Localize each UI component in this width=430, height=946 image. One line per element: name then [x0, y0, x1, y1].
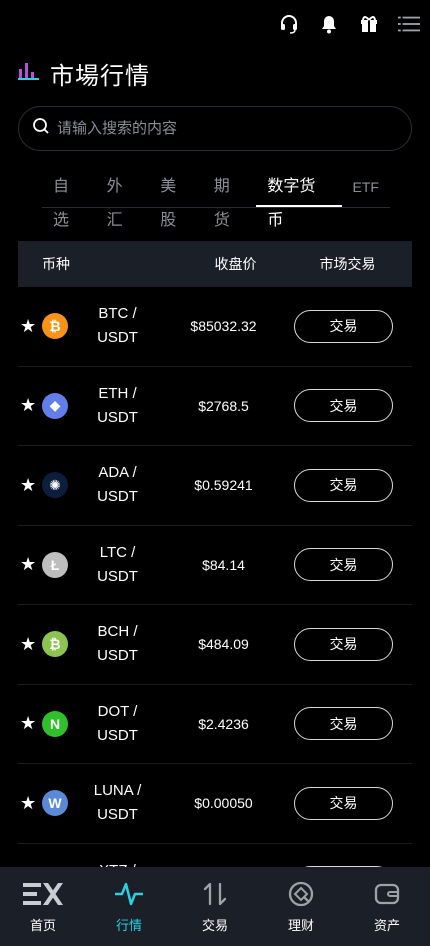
bitcoin-cash-icon: ₿ — [42, 631, 68, 658]
top-toolbar — [278, 8, 420, 40]
favorite-star-icon[interactable]: ★ — [20, 554, 42, 575]
market-row[interactable]: ★ꜩXTZ /USDT交易 — [18, 844, 412, 867]
trade-button[interactable]: 交易 — [294, 548, 393, 582]
tab-futures[interactable]: 期货 — [203, 170, 257, 229]
pair-name: BCH / USDT — [70, 620, 165, 668]
pair-base: XTZ / — [70, 859, 165, 867]
nav-finance-label: 理财 — [287, 918, 314, 933]
luna-icon: W — [42, 790, 68, 817]
pair-name: ADA / USDT — [70, 461, 165, 509]
pair-base: ETH / — [98, 384, 137, 402]
favorite-star-icon[interactable]: ★ — [20, 316, 42, 337]
pair-quote: USDT — [97, 726, 138, 744]
header-action: 市场交易 — [319, 256, 376, 272]
nav-assets[interactable]: 资产 — [344, 867, 430, 946]
nav-market[interactable]: 行情 — [86, 867, 172, 946]
market-row[interactable]: ★ ₿ BTC / USDT $85032.32 交易 — [18, 287, 412, 367]
nav-assets-label: 资产 — [373, 918, 400, 933]
tab-forex[interactable]: 外汇 — [96, 170, 150, 229]
market-row[interactable]: ★ ◆ ETH / USDT $2768.5 交易 — [18, 367, 412, 446]
close-price: $84.14 — [202, 556, 245, 573]
tab-etf[interactable]: ETF — [342, 170, 390, 207]
market-list: ★ ₿ BTC / USDT $85032.32 交易 ★ ◆ ETH / USDT $2768.5… — [18, 287, 412, 867]
header-price: 收盘价 — [214, 256, 257, 272]
market-row[interactable]: ★ W LUNA / USDT $0.00050 交易 — [18, 764, 412, 844]
pair-base: BTC / — [98, 305, 137, 323]
pair-quote: USDT — [97, 647, 138, 665]
gift-icon[interactable] — [358, 13, 380, 35]
pair-base: DOT / — [97, 702, 138, 720]
nav-finance[interactable]: 理财 — [258, 867, 344, 946]
pair-name: DOT / USDT — [70, 700, 165, 748]
trade-button[interactable]: 交易 — [294, 309, 393, 343]
litecoin-icon: Ł — [42, 551, 68, 578]
wallet-icon — [373, 879, 401, 909]
nav-home-label: 首页 — [29, 918, 56, 933]
pair-base: ADA / — [98, 464, 137, 482]
trade-button[interactable]: 交易 — [294, 707, 393, 741]
trade-button[interactable]: 交易 — [294, 627, 393, 661]
market-row[interactable]: ★ ✺ ADA / USDT $0.59241 交易 — [18, 446, 412, 526]
ethereum-icon: ◆ — [42, 392, 68, 419]
pair-name: ETH / USDT — [70, 382, 165, 430]
nav-home[interactable]: 首页 — [0, 867, 86, 946]
pair-name: LTC / USDT — [70, 541, 165, 589]
pair-quote: USDT — [97, 408, 138, 426]
pulse-icon — [114, 879, 144, 909]
close-price: $0.00050 — [194, 795, 253, 812]
favorite-star-icon[interactable]: ★ — [20, 475, 42, 496]
market-row[interactable]: ★ ₿ BCH / USDT $484.09 交易 — [18, 605, 412, 685]
favorite-star-icon[interactable]: ★ — [20, 395, 42, 416]
bitcoin-icon: ₿ — [42, 313, 68, 340]
search-box[interactable] — [18, 106, 412, 151]
close-price: $85032.32 — [190, 318, 257, 335]
pair-quote: USDT — [97, 806, 138, 824]
pair-quote: USDT — [97, 567, 138, 585]
favorite-star-icon[interactable]: ★ — [20, 793, 42, 814]
close-price: $484.09 — [198, 636, 249, 653]
pair-base: BCH / — [97, 623, 138, 641]
search-icon — [32, 117, 50, 140]
menu-icon[interactable] — [398, 13, 420, 35]
header-pair: 币种 — [42, 256, 70, 272]
bottom-nav: 首页 行情 交易 理财 资产 — [0, 867, 430, 946]
bell-icon[interactable] — [318, 13, 340, 35]
close-price: $0.59241 — [194, 477, 253, 494]
pair-name: BTC / USDT — [70, 302, 165, 350]
tab-us-stocks[interactable]: 美股 — [149, 170, 203, 229]
trade-button[interactable]: 交易 — [294, 786, 393, 820]
favorite-star-icon[interactable]: ★ — [20, 634, 42, 655]
close-price: $2.4236 — [198, 715, 249, 732]
tab-watchlist[interactable]: 自选 — [42, 170, 96, 229]
favorite-star-icon[interactable]: ★ — [20, 713, 42, 734]
pair-name: XTZ /USDT — [70, 859, 165, 867]
page-title: 市場行情 — [50, 63, 150, 90]
search-input[interactable] — [57, 120, 377, 137]
cardano-icon: ✺ — [42, 472, 68, 499]
nav-market-label: 行情 — [115, 918, 142, 933]
pair-base: LTC / — [99, 543, 136, 561]
polkadot-icon: N — [42, 710, 68, 737]
table-header: 币种 收盘价 市场交易 — [18, 241, 412, 287]
tab-crypto[interactable]: 数字货币 — [256, 170, 342, 229]
finance-icon — [287, 879, 315, 909]
headset-icon[interactable] — [278, 13, 300, 35]
market-row[interactable]: ★ Ł LTC / USDT $84.14 交易 — [18, 526, 412, 605]
market-tabs: 自选 外汇 美股 期货 数字货币 ETF — [42, 170, 390, 229]
ex-logo-icon — [23, 879, 63, 909]
pair-base: LUNA / — [93, 782, 142, 800]
pair-quote: USDT — [97, 488, 138, 506]
close-price: $2768.5 — [198, 397, 249, 414]
trade-button[interactable]: 交易 — [294, 389, 393, 423]
swap-icon — [202, 879, 228, 909]
nav-trade[interactable]: 交易 — [172, 867, 258, 946]
page-header: 市場行情 — [18, 56, 150, 91]
bar-chart-icon — [18, 61, 40, 86]
pair-quote: USDT — [97, 329, 138, 347]
trade-button[interactable]: 交易 — [294, 468, 393, 502]
pair-name: LUNA / USDT — [70, 779, 165, 827]
nav-trade-label: 交易 — [201, 918, 228, 933]
market-row[interactable]: ★ N DOT / USDT $2.4236 交易 — [18, 685, 412, 764]
